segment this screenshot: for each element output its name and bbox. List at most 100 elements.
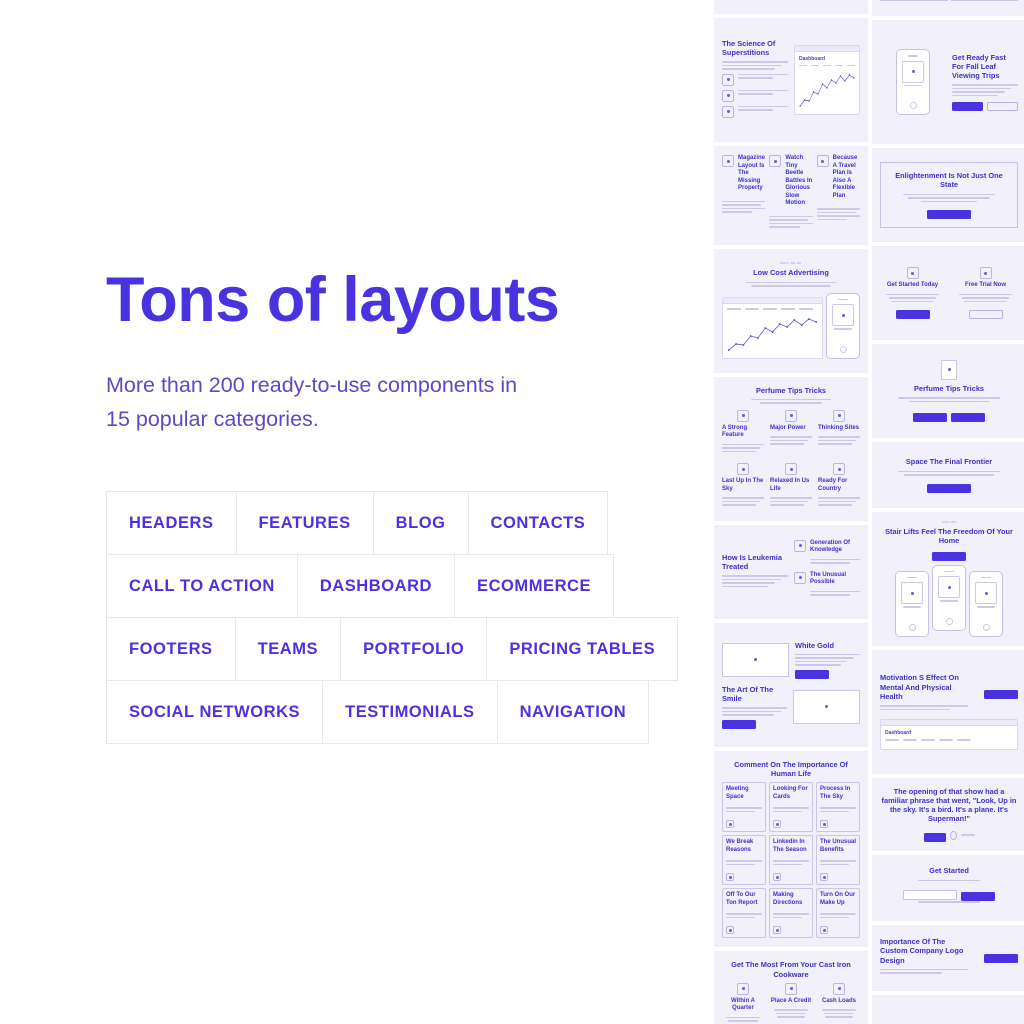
promo-button[interactable] <box>968 310 1003 319</box>
template-thumbnail[interactable]: Space The Final Frontier <box>872 442 1024 508</box>
twitter-button[interactable] <box>951 413 985 423</box>
category-tag-testimonials[interactable]: TESTIMONIALS <box>322 680 498 745</box>
text-line <box>722 64 782 66</box>
template-thumbnail[interactable]: OUR APP Stair Lifts Feel The Freedom Of Y… <box>872 512 1024 646</box>
category-tag-call-to-action[interactable]: CALL TO ACTION <box>106 554 298 619</box>
dashboard-tab[interactable] <box>835 64 843 67</box>
app-store-button[interactable] <box>952 102 983 112</box>
dashboard-tab[interactable] <box>745 308 759 310</box>
get-in-touch-button[interactable] <box>984 954 1018 963</box>
thumb-title: Get Ready Fast For Fall Leaf Viewing Tri… <box>952 52 1006 81</box>
split-layout: Importance Of The Custom Company Logo De… <box>880 937 1018 978</box>
learn-more-button[interactable] <box>986 102 1018 112</box>
dashboard-tab[interactable] <box>921 739 935 741</box>
mini-card[interactable]: Meeting Space <box>722 782 766 833</box>
get-now-button[interactable] <box>932 551 966 561</box>
feature-head: Because A Travel Plan Is Also A Flexible… <box>816 155 860 204</box>
template-thumbnail[interactable]: Perfume Tips Tricks <box>872 344 1024 438</box>
phone-home-button[interactable] <box>909 102 917 109</box>
thumb-title: Motivation S Effect On Mental And Physic… <box>880 673 959 701</box>
read-more-button[interactable] <box>923 832 947 842</box>
dashboard-tab[interactable] <box>799 308 813 310</box>
text-lines <box>738 73 788 79</box>
dashboard-tabs[interactable] <box>885 739 1013 741</box>
dashboard-tab[interactable] <box>799 64 807 67</box>
category-tag-teams[interactable]: TEAMS <box>234 617 342 682</box>
feature-icon-cell: Cash Loads <box>818 982 860 1024</box>
mini-card[interactable]: The Unusual Benefits <box>816 835 860 886</box>
category-tag-ecommerce[interactable]: ECOMMERCE <box>454 554 615 619</box>
template-thumbnail[interactable]: Motivation S Effect On Mental And Physic… <box>872 649 1024 774</box>
email-input[interactable] <box>903 890 957 901</box>
template-thumbnail[interactable] <box>714 0 868 14</box>
mini-card[interactable]: Making Directions <box>769 888 813 939</box>
dashboard-tab[interactable] <box>727 308 741 310</box>
mini-card[interactable]: Process In The Sky <box>816 782 860 833</box>
category-tag-headers[interactable]: HEADERS <box>106 491 237 556</box>
template-thumbnail[interactable] <box>872 0 1024 16</box>
download-button[interactable] <box>927 483 971 493</box>
category-tag-dashboard[interactable]: DASHBOARD <box>296 554 456 619</box>
read-more-button[interactable] <box>795 669 829 679</box>
mini-card[interactable]: Turn On Our Make Up <box>816 888 860 939</box>
template-thumbnail[interactable]: Get App <box>872 994 1024 1024</box>
template-thumbnail[interactable]: Perfume Tips Tricks A Strong Feature Major… <box>714 376 868 521</box>
gallery-column-right[interactable]: Get Ready Fast For Fall Leaf Viewing Tri… <box>872 0 1024 1024</box>
play-button[interactable] <box>950 830 957 840</box>
dashboard-tab[interactable] <box>903 739 917 741</box>
template-thumbnail[interactable]: Get Started <box>872 854 1024 921</box>
phone-home-button[interactable] <box>908 623 916 631</box>
dashboard-tab[interactable] <box>811 64 819 67</box>
dashboard-tab[interactable] <box>823 64 831 67</box>
subscribe-button[interactable] <box>961 892 995 902</box>
template-thumbnail[interactable]: Importance Of The Custom Company Logo De… <box>872 924 1024 991</box>
mini-card[interactable]: Off To Our Ton Report <box>722 888 766 939</box>
thumb-title: White Gold <box>795 640 834 650</box>
template-thumbnail[interactable]: Get Ready Fast For Fall Leaf Viewing Tri… <box>872 20 1024 144</box>
category-tag-social-networks[interactable]: SOCIAL NETWORKS <box>106 680 324 745</box>
browser-content <box>723 304 822 358</box>
dashboard-tab[interactable] <box>939 739 953 741</box>
category-tag-contacts[interactable]: CONTACTS <box>467 491 609 556</box>
facebook-button[interactable] <box>913 413 947 423</box>
dashboard-tab[interactable] <box>847 64 855 67</box>
category-tag-pricing-tables[interactable]: PRICING TABLES <box>486 617 679 682</box>
template-thumbnail[interactable]: Enlightenment Is Not Just One State <box>872 148 1024 242</box>
template-thumbnail[interactable]: WHAT WE DO Low Cost Advertising <box>714 248 868 373</box>
dashboard-tab[interactable] <box>885 739 899 741</box>
promo-button[interactable] <box>895 310 930 319</box>
template-thumbnail[interactable]: The Science Of Superstitions Dashboard <box>714 18 868 142</box>
category-tag-blog[interactable]: BLOG <box>372 491 469 556</box>
template-thumbnail[interactable]: The opening of that show had a familiar … <box>872 777 1024 851</box>
template-gallery[interactable]: The Science Of Superstitions Dashboard Mag… <box>712 0 1024 1024</box>
phone-home-button[interactable] <box>945 617 953 625</box>
template-thumbnail[interactable]: Get Started Today Free Trial Now <box>872 246 1024 340</box>
mini-card[interactable]: We Break Reasons <box>722 835 766 886</box>
dashboard-tab[interactable] <box>763 308 777 310</box>
mini-card[interactable]: Looking For Cards <box>769 782 813 833</box>
dashboard-tabs[interactable] <box>799 64 855 67</box>
category-tag-features[interactable]: FEATURES <box>235 491 374 556</box>
promo-label: Get Started Today <box>886 282 939 288</box>
category-tag-footers[interactable]: FOOTERS <box>106 617 236 682</box>
template-thumbnail[interactable]: How Is Leukemia Treated Generation Of Kno… <box>714 524 868 619</box>
gallery-column-left[interactable]: The Science Of Superstitions Dashboard Mag… <box>714 0 868 1024</box>
category-tag-navigation[interactable]: NAVIGATION <box>496 680 650 745</box>
phone-home-button[interactable] <box>839 345 847 353</box>
read-more-button[interactable] <box>722 719 756 729</box>
mini-card[interactable]: Linkedin In The Season <box>769 835 813 886</box>
dashboard-tabs[interactable] <box>727 308 818 310</box>
text-line <box>759 402 823 404</box>
cta-button[interactable] <box>927 210 971 219</box>
dashboard-tab[interactable] <box>957 739 971 741</box>
dashboard-tab[interactable] <box>781 308 795 310</box>
template-thumbnail[interactable]: White Gold The Art Of The Smile <box>714 622 868 747</box>
learn-more-button[interactable] <box>984 690 1018 700</box>
category-tag-portfolio[interactable]: PORTFOLIO <box>340 617 488 682</box>
template-thumbnail[interactable]: Get The Most From Your Cast Iron Cookwar… <box>714 951 868 1024</box>
phone-home-button[interactable] <box>982 623 990 631</box>
template-thumbnail[interactable]: Magazine Layout Is The Missing Property W… <box>714 146 868 245</box>
template-thumbnail[interactable]: Comment On The Importance Of Human Life M… <box>714 750 868 948</box>
feature-label: Magazine Layout Is The Missing Property <box>738 155 766 191</box>
text-line <box>795 660 847 663</box>
